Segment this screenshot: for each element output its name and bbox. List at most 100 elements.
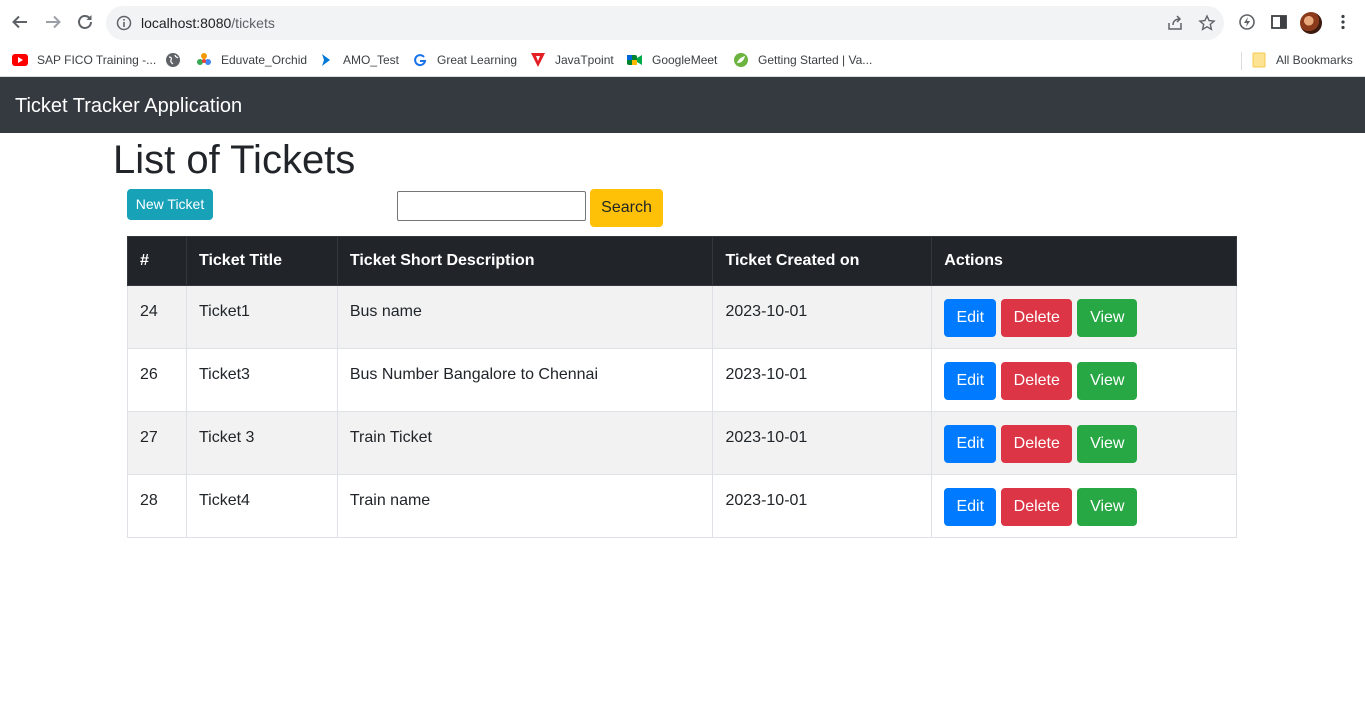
delete-button[interactable]: Delete bbox=[1001, 362, 1073, 400]
bookmark-getting-started[interactable]: Getting Started | Va... bbox=[733, 50, 872, 70]
back-arrow-icon bbox=[12, 15, 27, 29]
bookmark-label: Great Learning bbox=[437, 53, 518, 67]
delete-button[interactable]: Delete bbox=[1001, 299, 1073, 337]
cell-actions: Edit Delete View bbox=[931, 411, 1237, 475]
bookmark-javatpoint[interactable]: JavaTpoint bbox=[530, 50, 614, 70]
forward-arrow-icon bbox=[46, 15, 61, 29]
cell-description: Bus name bbox=[336, 285, 714, 349]
folder-icon bbox=[1251, 52, 1267, 68]
orchid-icon bbox=[196, 52, 212, 68]
bookmark-google-meet[interactable]: GoogleMeet bbox=[627, 50, 717, 70]
spring-leaf-icon bbox=[733, 52, 749, 68]
column-header-title: Ticket Title bbox=[185, 236, 338, 286]
address-bar[interactable]: localhost:8080/tickets bbox=[106, 6, 1224, 40]
cell-id: 27 bbox=[127, 411, 187, 475]
column-header-id: # bbox=[127, 236, 187, 286]
delete-button[interactable]: Delete bbox=[1001, 488, 1073, 526]
great-learning-icon bbox=[412, 52, 428, 68]
ticket-title: Ticket 3 bbox=[198, 429, 255, 446]
bookmark-label: JavaTpoint bbox=[555, 53, 614, 67]
table-row: 24 Ticket1 Bus name 2023-10-01 Edit Delet… bbox=[127, 285, 1237, 349]
google-meet-icon bbox=[627, 52, 643, 68]
edit-button[interactable]: Edit bbox=[944, 488, 997, 526]
cell-created-on: 2023-10-01 bbox=[712, 474, 933, 538]
back-button[interactable] bbox=[8, 10, 32, 34]
ticket-created-on: 2023-10-01 bbox=[725, 429, 808, 446]
ticket-title: Ticket1 bbox=[198, 303, 250, 320]
bookmark-star-icon[interactable] bbox=[1198, 14, 1216, 32]
search-input[interactable] bbox=[397, 191, 586, 221]
cell-description: Bus Number Bangalore to Chennai bbox=[336, 348, 714, 412]
youtube-icon bbox=[12, 52, 28, 68]
table-header-row: # Ticket Title Ticket Short Description … bbox=[127, 236, 1237, 286]
info-icon[interactable] bbox=[116, 15, 132, 31]
edit-button[interactable]: Edit bbox=[944, 362, 997, 400]
ticket-id: 26 bbox=[140, 366, 158, 383]
ticket-description: Bus Number Bangalore to Chennai bbox=[349, 366, 599, 383]
ticket-created-on: 2023-10-01 bbox=[725, 366, 808, 383]
delete-button[interactable]: Delete bbox=[1001, 425, 1073, 463]
ticket-title: Ticket4 bbox=[198, 492, 250, 509]
cell-actions: Edit Delete View bbox=[931, 348, 1237, 412]
cell-actions: Edit Delete View bbox=[931, 285, 1237, 349]
ticket-description: Bus name bbox=[349, 303, 422, 320]
azure-devops-icon bbox=[318, 52, 334, 68]
cell-title: Ticket1 bbox=[185, 285, 338, 349]
ticket-description: Train Ticket bbox=[349, 429, 432, 446]
side-panel-icon[interactable] bbox=[1270, 13, 1288, 31]
bookmark-globe[interactable] bbox=[165, 50, 190, 70]
url-text[interactable]: localhost:8080/tickets bbox=[141, 14, 275, 32]
bookmark-great-learning[interactable]: Great Learning bbox=[412, 50, 517, 70]
url-host: localhost:8080 bbox=[141, 15, 232, 31]
ticket-id: 27 bbox=[140, 429, 158, 446]
search-button[interactable]: Search bbox=[590, 189, 663, 227]
extension-icon[interactable] bbox=[1238, 13, 1256, 31]
column-header-created-on: Ticket Created on bbox=[712, 236, 933, 286]
view-button[interactable]: View bbox=[1077, 488, 1138, 526]
edit-button[interactable]: Edit bbox=[944, 425, 997, 463]
profile-avatar[interactable] bbox=[1300, 12, 1322, 34]
more-menu-icon[interactable] bbox=[1334, 13, 1352, 31]
bookmark-label: Eduvate_Orchid bbox=[221, 53, 308, 67]
view-button[interactable]: View bbox=[1077, 299, 1138, 337]
bookmark-label: Getting Started | Va... bbox=[758, 53, 873, 67]
cell-created-on: 2023-10-01 bbox=[712, 285, 933, 349]
bookmarks-divider bbox=[1241, 52, 1242, 70]
bookmark-label: AMO_Test bbox=[343, 53, 400, 67]
view-button[interactable]: View bbox=[1077, 425, 1138, 463]
cell-description: Train Ticket bbox=[336, 411, 714, 475]
cell-title: Ticket3 bbox=[185, 348, 338, 412]
bookmark-eduvate-orchid[interactable]: Eduvate_Orchid bbox=[196, 50, 307, 70]
table-row: 27 Ticket 3 Train Ticket 2023-10-01 Edit… bbox=[127, 411, 1237, 475]
cell-created-on: 2023-10-01 bbox=[712, 348, 933, 412]
app-navbar: Ticket Tracker Application bbox=[0, 77, 1365, 133]
bookmark-amo-test[interactable]: AMO_Test bbox=[318, 50, 399, 70]
cell-id: 26 bbox=[127, 348, 187, 412]
edit-button[interactable]: Edit bbox=[944, 299, 997, 337]
javatpoint-icon bbox=[530, 52, 546, 68]
reload-button[interactable] bbox=[73, 10, 97, 34]
cell-created-on: 2023-10-01 bbox=[712, 411, 933, 475]
ticket-description: Train name bbox=[349, 492, 431, 509]
url-path: /tickets bbox=[231, 15, 275, 31]
all-bookmarks[interactable]: All Bookmarks bbox=[1251, 50, 1353, 70]
all-bookmarks-label: All Bookmarks bbox=[1276, 53, 1353, 67]
view-button[interactable]: View bbox=[1077, 362, 1138, 400]
column-header-actions: Actions bbox=[931, 236, 1237, 286]
column-header-description: Ticket Short Description bbox=[336, 236, 714, 286]
navbar-brand[interactable]: Ticket Tracker Application bbox=[15, 94, 242, 118]
bookmark-label: GoogleMeet bbox=[652, 53, 718, 67]
table-row: 28 Ticket4 Train name 2023-10-01 Edit Del… bbox=[127, 474, 1237, 538]
bookmark-label: SAP FICO Training -... bbox=[37, 53, 157, 67]
cell-id: 24 bbox=[127, 285, 187, 349]
page-title: List of Tickets bbox=[113, 138, 356, 182]
table-row: 26 Ticket3 Bus Number Bangalore to Chenn… bbox=[127, 348, 1237, 412]
share-icon[interactable] bbox=[1166, 14, 1184, 32]
ticket-created-on: 2023-10-01 bbox=[725, 303, 808, 320]
bookmark-sap-fico[interactable]: SAP FICO Training -... bbox=[12, 50, 156, 70]
browser-toolbar: localhost:8080/tickets bbox=[0, 0, 1365, 44]
ticket-created-on: 2023-10-01 bbox=[725, 492, 808, 509]
new-ticket-button[interactable]: New Ticket bbox=[127, 189, 213, 220]
forward-button[interactable] bbox=[41, 10, 65, 34]
cell-actions: Edit Delete View bbox=[931, 474, 1237, 538]
